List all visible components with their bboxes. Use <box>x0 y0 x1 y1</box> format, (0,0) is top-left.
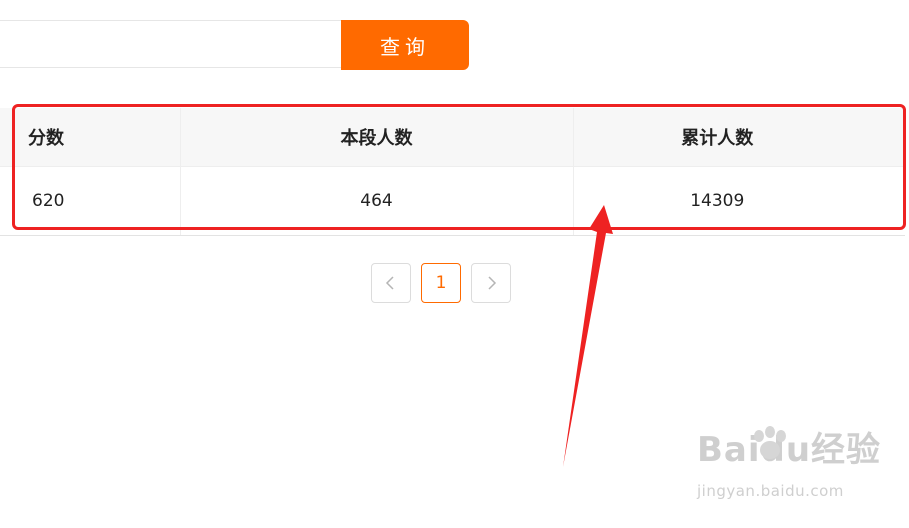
chevron-left-icon <box>385 276 394 290</box>
table-row: 620 464 14309 <box>0 166 905 236</box>
cell-segment-count: 464 <box>180 166 574 236</box>
watermark-logo: Baidu经验 <box>697 430 882 470</box>
header-score: 分数 <box>0 108 181 167</box>
watermark-url: jingyan.baidu.com <box>697 482 844 500</box>
header-cumulative-count: 累计人数 <box>573 108 905 167</box>
table-header-row: 分数 本段人数 累计人数 <box>0 108 905 167</box>
cell-score: 620 <box>0 166 181 236</box>
pagination-page-1[interactable]: 1 <box>421 263 461 303</box>
search-input[interactable] <box>0 20 342 68</box>
score-table: 分数 本段人数 累计人数 620 464 14309 <box>0 108 905 236</box>
pagination-prev-button[interactable] <box>371 263 411 303</box>
search-button[interactable]: 查询 <box>341 20 469 70</box>
paw-icon <box>754 426 786 459</box>
page: 查询 分数 本段人数 累计人数 620 464 14309 1 Baidu经验 … <box>0 0 909 528</box>
pagination-page-label: 1 <box>435 273 447 293</box>
pagination-next-button[interactable] <box>471 263 511 303</box>
chevron-right-icon <box>488 276 497 290</box>
baidu-jingyan-watermark: Baidu经验 jingyan.baidu.com <box>697 426 882 500</box>
cell-cumulative-count: 14309 <box>573 166 905 236</box>
header-segment-count: 本段人数 <box>180 108 574 167</box>
